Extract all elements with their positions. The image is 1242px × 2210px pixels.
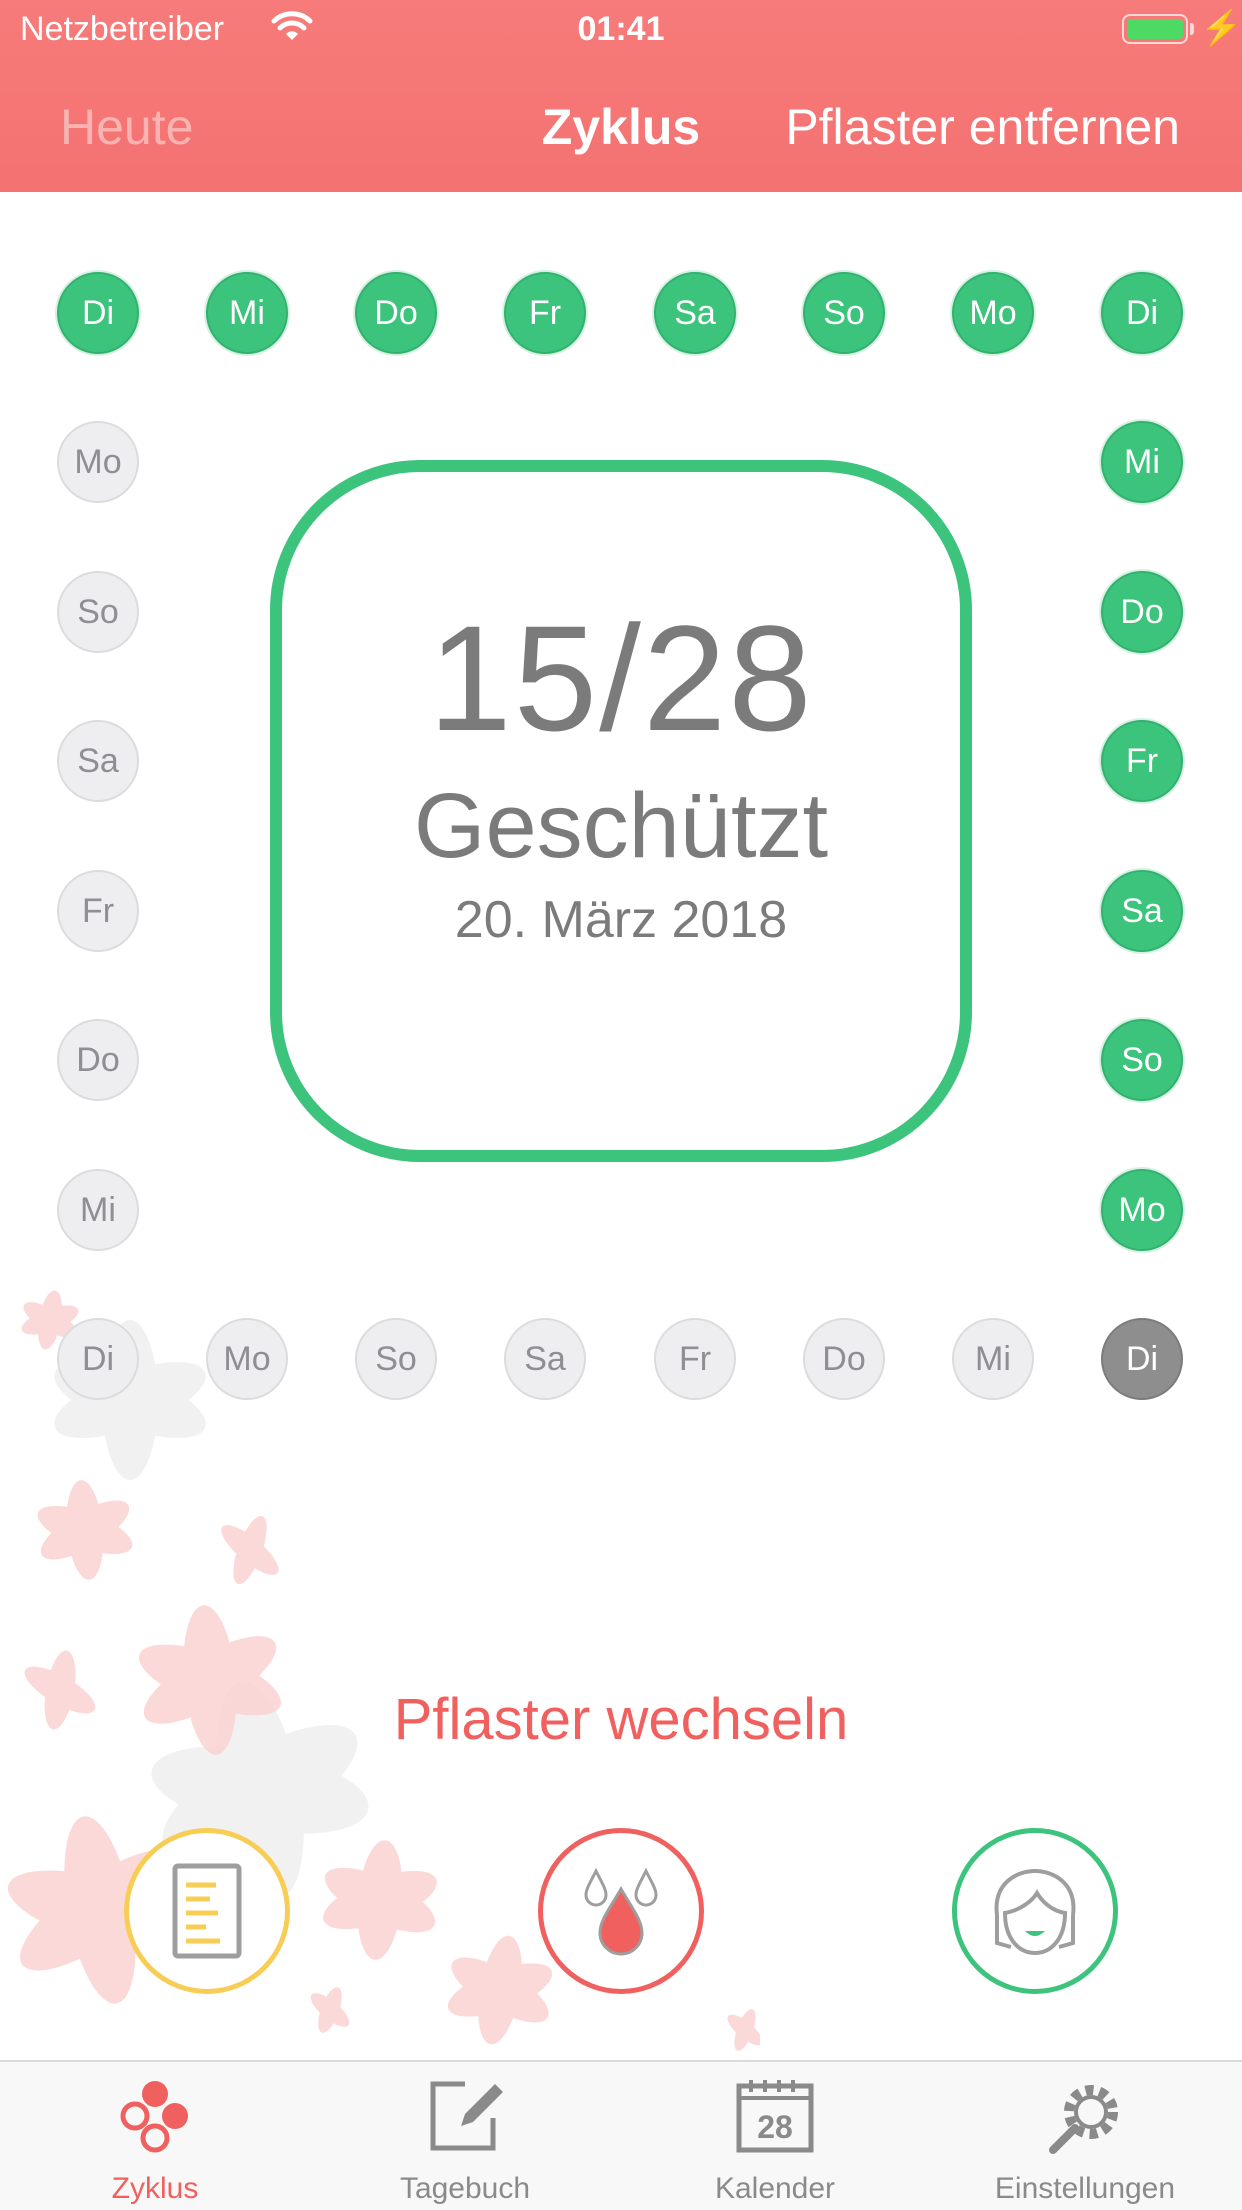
cycle-day-upcoming[interactable]: Do xyxy=(57,1019,139,1101)
notes-button[interactable] xyxy=(124,1828,290,1994)
cycle-day-upcoming[interactable]: Fr xyxy=(57,870,139,952)
cycle-day-upcoming[interactable]: So xyxy=(57,571,139,653)
page-title: Zyklus xyxy=(541,99,701,155)
cycle-day-upcoming[interactable]: Sa xyxy=(57,720,139,802)
notes-icon xyxy=(172,1863,242,1959)
cycle-day-active[interactable]: Sa xyxy=(1101,870,1183,952)
tab-settings[interactable]: Einstellungen xyxy=(930,2062,1240,2210)
cycle-day-active[interactable]: Do xyxy=(1101,571,1183,653)
cycle-day-upcoming[interactable]: Mo xyxy=(57,421,139,503)
cycle-day-active[interactable]: Mo xyxy=(952,272,1034,354)
cycle-day-active[interactable]: So xyxy=(803,272,885,354)
tab-label: Zyklus xyxy=(111,2172,199,2205)
battery-icon xyxy=(1122,14,1188,44)
tab-label: Tagebuch xyxy=(399,2172,531,2205)
cycle-day-current[interactable]: Di xyxy=(1101,1318,1183,1400)
cycle-day-upcoming[interactable]: Mo xyxy=(206,1318,288,1400)
mood-button[interactable] xyxy=(952,1828,1118,1994)
change-patch-label[interactable]: Pflaster wechseln xyxy=(0,1686,1242,1753)
cycle-day-upcoming[interactable]: So xyxy=(355,1318,437,1400)
cycle-day-active[interactable]: Do xyxy=(355,272,437,354)
cycle-day-active[interactable]: Mi xyxy=(1101,421,1183,503)
cycle-day-active[interactable]: Mo xyxy=(1101,1169,1183,1251)
cycle-status-card: 15/28 Geschützt 20. März 2018 xyxy=(270,460,972,1162)
today-button[interactable]: Heute xyxy=(60,98,193,156)
cycle-day-active[interactable]: Sa xyxy=(654,272,736,354)
cycle-day-active[interactable]: Mi xyxy=(206,272,288,354)
calendar-icon-day: 28 xyxy=(757,2109,793,2145)
settings-gear-icon xyxy=(1049,2085,1118,2154)
cycle-day-upcoming[interactable]: Sa xyxy=(504,1318,586,1400)
tab-bar: Zyklus Tagebuch 28 Kalender Einstellunge… xyxy=(0,2060,1242,2210)
charging-bolt-icon: ⚡ xyxy=(1200,9,1242,47)
battery-tip xyxy=(1190,23,1194,35)
cycle-day-upcoming[interactable]: Do xyxy=(803,1318,885,1400)
cycle-day-active[interactable]: Di xyxy=(57,272,139,354)
cycle-day-active[interactable]: Fr xyxy=(504,272,586,354)
cycle-day-active[interactable]: So xyxy=(1101,1019,1183,1101)
cycle-day-upcoming[interactable]: Mi xyxy=(57,1169,139,1251)
cycle-day-upcoming[interactable]: Di xyxy=(57,1318,139,1400)
tab-cycle[interactable]: Zyklus xyxy=(0,2062,310,2210)
cycle-day-upcoming[interactable]: Fr xyxy=(654,1318,736,1400)
cycle-day-active[interactable]: Fr xyxy=(1101,720,1183,802)
face-icon xyxy=(994,1868,1076,1956)
cycle-day-count: 15/28 xyxy=(428,594,814,762)
protection-status: Geschützt xyxy=(413,775,829,877)
tab-label: Kalender xyxy=(714,2172,836,2205)
cycle-day-active[interactable]: Di xyxy=(1101,272,1183,354)
tab-label: Einstellungen xyxy=(994,2172,1176,2205)
tab-diary[interactable]: Tagebuch xyxy=(310,2062,620,2210)
cycle-day-upcoming[interactable]: Mi xyxy=(952,1318,1034,1400)
tab-calendar[interactable]: 28 Kalender xyxy=(620,2062,930,2210)
bleeding-button[interactable] xyxy=(538,1828,704,1994)
header: Netzbetreiber 01:41 ⚡ Heute Zyklus Pflas… xyxy=(0,0,1242,192)
current-date: 20. März 2018 xyxy=(454,891,788,949)
cycle-dots-icon xyxy=(120,2081,188,2153)
calendar-icon: 28 xyxy=(736,2080,814,2153)
diary-pencil-icon xyxy=(430,2081,503,2151)
blood-drop-icon xyxy=(584,1867,658,1956)
remove-patch-button[interactable]: Pflaster entfernen xyxy=(785,98,1180,156)
status-time: 01:41 xyxy=(577,10,665,48)
